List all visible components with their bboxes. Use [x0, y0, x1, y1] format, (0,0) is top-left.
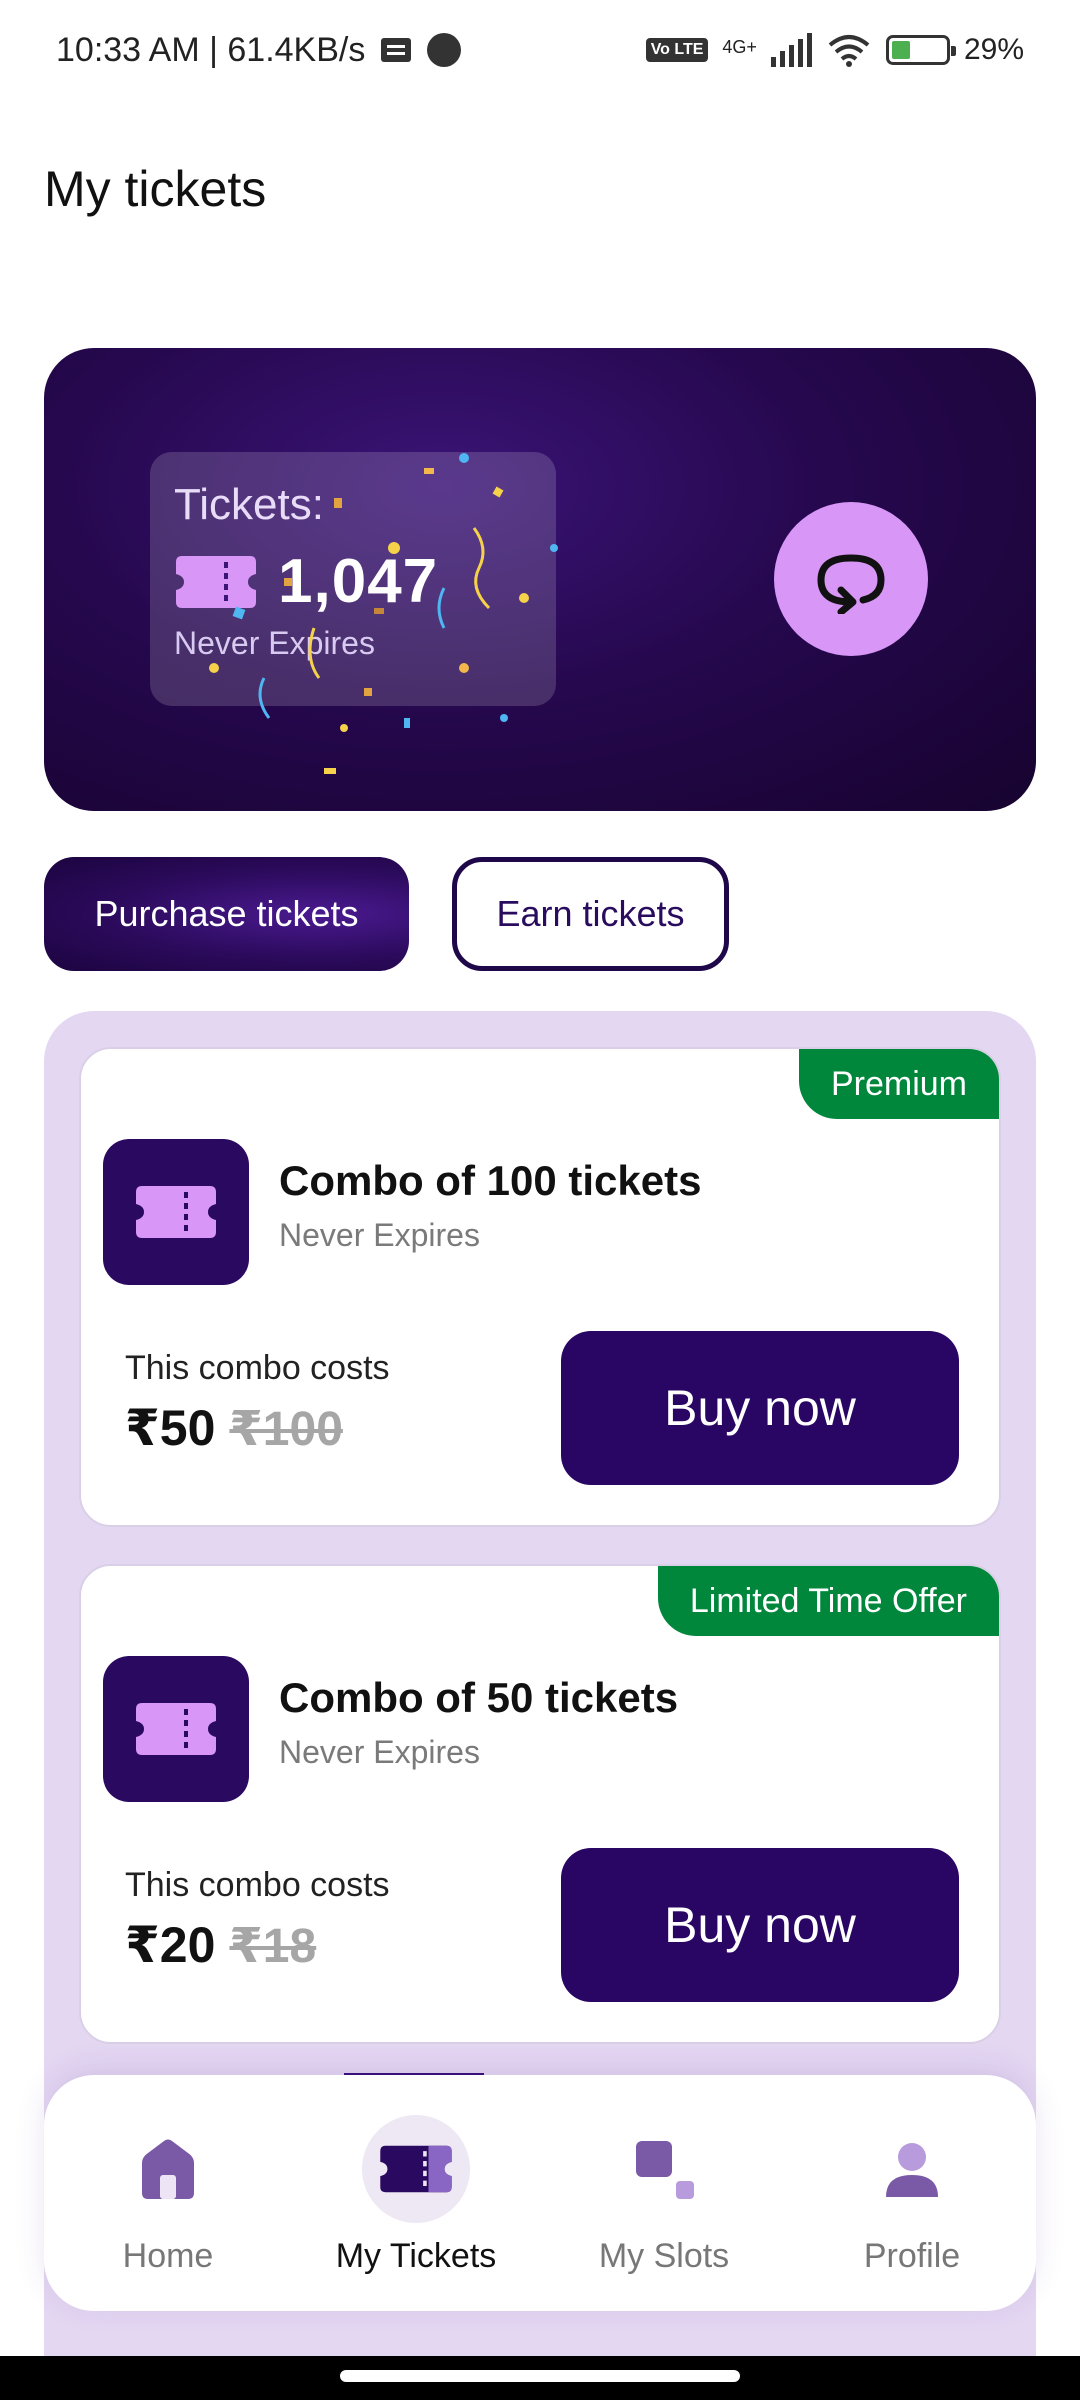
- battery-icon: [885, 35, 956, 65]
- tickets-balance-card: Tickets: 1,047 Never Expires: [44, 348, 1036, 811]
- page-title: My tickets: [44, 161, 267, 217]
- ticket-icon: [176, 555, 256, 608]
- tab-earn-tickets[interactable]: Earn tickets: [452, 857, 729, 971]
- ticket-count-row: 1,047: [174, 546, 532, 617]
- nav-item-my-slots[interactable]: My Slots: [549, 2115, 779, 2276]
- battery-level: 29%: [963, 33, 1024, 66]
- wifi-icon: [828, 35, 870, 67]
- offer-card: Limited Time Offer Combo of 50 tickets N…: [79, 1564, 1001, 2044]
- nav-icon-wrap: [610, 2115, 718, 2223]
- offer-original-price: ₹100: [229, 1403, 343, 1456]
- network-type: 4G+: [722, 37, 757, 57]
- status-time-speed: 10:33 AM | 61.4KB/s: [56, 30, 366, 69]
- refresh-icon: [817, 554, 885, 614]
- offer-card: Premium Combo of 100 tickets Never Expir…: [79, 1047, 1001, 1527]
- profile-icon: [886, 2143, 938, 2197]
- offer-price-row: ₹50 ₹100: [125, 1399, 343, 1457]
- tickets-label: Tickets:: [174, 480, 324, 529]
- ticket-icon: [136, 1703, 216, 1755]
- nav-label-my-slots: My Slots: [598, 2237, 730, 2275]
- offer-badge: Premium: [798, 1049, 999, 1119]
- nav-item-home[interactable]: Home: [53, 2115, 283, 2276]
- ticket-icon: [136, 1186, 216, 1238]
- refresh-button[interactable]: [774, 502, 928, 656]
- bottom-nav: Home My Tickets My Slots Profile: [44, 2075, 1036, 2311]
- offer-icon: [103, 1139, 249, 1285]
- offer-original-price: ₹18: [229, 1920, 317, 1973]
- buy-now-button[interactable]: Buy now: [561, 1331, 959, 1485]
- gesture-area: [0, 2356, 1080, 2400]
- nav-icon-wrap: [858, 2115, 966, 2223]
- nav-label-my-tickets: My Tickets: [335, 2237, 497, 2275]
- offer-price: ₹50: [125, 1400, 216, 1456]
- slots-icon: [636, 2141, 694, 2199]
- nav-icon-wrap: [114, 2115, 222, 2223]
- nav-icon-wrap: [362, 2115, 470, 2223]
- offer-price: ₹20: [125, 1917, 216, 1973]
- volte-icon: Vo LTE: [645, 38, 709, 62]
- ticket-count: 1,047: [278, 547, 439, 616]
- offer-title: Combo of 100 tickets: [279, 1157, 702, 1204]
- buy-now-button[interactable]: Buy now: [561, 1848, 959, 2002]
- tab-purchase-tickets[interactable]: Purchase tickets: [44, 857, 409, 971]
- offer-title: Combo of 50 tickets: [279, 1674, 679, 1721]
- offer-badge: Limited Time Offer: [657, 1566, 999, 1636]
- offer-cost-label: This combo costs: [125, 1349, 390, 1387]
- nav-item-my-tickets[interactable]: My Tickets: [301, 2115, 531, 2276]
- nav-label-profile: Profile: [863, 2237, 961, 2275]
- offer-price-row: ₹20 ₹18: [125, 1916, 316, 1974]
- ticket-icon: [380, 2145, 452, 2193]
- signal-icon: [770, 33, 812, 67]
- offer-icon: [103, 1656, 249, 1802]
- status-bar: 10:33 AM | 61.4KB/s Vo LTE 4G+ 29%: [0, 0, 1080, 100]
- home-gesture-bar[interactable]: [340, 2370, 740, 2382]
- offer-expiry: Never Expires: [279, 1217, 480, 1253]
- nav-item-profile[interactable]: Profile: [797, 2115, 1027, 2276]
- status-right: Vo LTE 4G+ 29%: [645, 33, 1024, 67]
- status-left: 10:33 AM | 61.4KB/s: [56, 30, 462, 70]
- tickets-expiry: Never Expires: [174, 625, 375, 661]
- home-icon: [142, 2139, 194, 2199]
- message-notification-icon: [381, 38, 412, 62]
- notification-dot-icon: [427, 33, 462, 67]
- nav-label-home: Home: [122, 2237, 214, 2275]
- offer-expiry: Never Expires: [279, 1734, 480, 1770]
- offer-cost-label: This combo costs: [125, 1866, 390, 1904]
- ticket-balance-panel: Tickets: 1,047 Never Expires: [150, 452, 556, 706]
